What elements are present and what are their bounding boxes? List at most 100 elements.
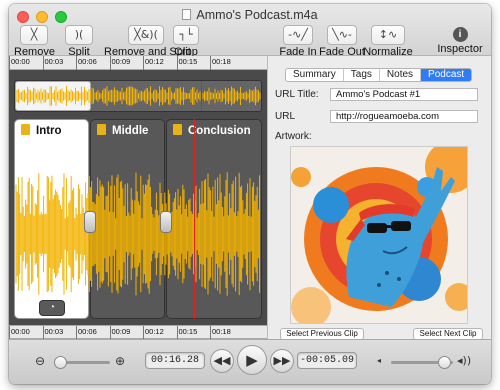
zoom-slider-knob[interactable] <box>53 356 67 369</box>
timeline-ruler-bottom[interactable]: 00:00 00:03 00:06 00:09 00:12 00:15 00:18 <box>9 325 267 340</box>
tab-summary[interactable]: Summary <box>286 69 344 81</box>
volume-high-icon: ◂)) <box>457 354 472 367</box>
inspector-tabs: Summary Tags Notes Podcast <box>285 68 473 82</box>
remove-icon: ╳ <box>20 25 48 45</box>
fade-out-icon: ╲∿- <box>327 25 357 45</box>
volume-slider-knob[interactable] <box>437 356 451 369</box>
ruler-tick <box>176 326 178 340</box>
ruler-tick-label: 00:18 <box>212 327 231 336</box>
ruler-tick-label: 00:15 <box>178 327 198 336</box>
inspector-button[interactable]: i Inspector <box>433 25 487 55</box>
fade-out-button[interactable]: ╲∿- Fade Out <box>317 25 367 58</box>
ruler-tick <box>109 56 111 70</box>
tab-podcast[interactable]: Podcast <box>421 69 472 81</box>
url-field[interactable]: http://rogueamoeba.com <box>330 110 478 123</box>
url-title-label: URL Title: <box>275 89 319 100</box>
overview-waveform[interactable] <box>14 80 262 112</box>
ruler-tick-label: 00:06 <box>78 327 97 336</box>
ruler-tick-label: 00:03 <box>44 57 64 66</box>
inspector-panel: Summary Tags Notes Podcast URL Title: Am… <box>267 56 491 340</box>
segment-middle-label: Middle <box>112 125 149 137</box>
inspector-label: Inspector <box>437 43 483 55</box>
normalize-icon: ↕∿ <box>371 25 405 45</box>
window-title: Ammo's Podcast.m4a <box>196 8 318 22</box>
ruler-tick <box>210 326 211 340</box>
segment-intro-label: Intro <box>36 125 62 137</box>
inspector-icon: i <box>433 25 487 42</box>
ruler-tick-label: 00:00 <box>11 327 30 336</box>
tab-tags[interactable]: Tags <box>344 69 380 81</box>
play-icon: ▶ <box>246 351 258 369</box>
ruler-tick-label: 00:18 <box>212 57 231 66</box>
ruler-tick-label: 00:09 <box>111 57 131 66</box>
app-window: Ammo's Podcast.m4a ╳ Remove )( Split ╳&)… <box>9 4 491 384</box>
artwork-image <box>291 147 467 323</box>
url-title-field[interactable]: Ammo's Podcast #1 <box>330 88 478 101</box>
ruler-tick <box>9 326 10 340</box>
segment-middle-header: Middle <box>97 124 148 137</box>
ruler-tick-label: 00:12 <box>145 57 164 66</box>
rewind-icon: ◀◀ <box>213 354 231 367</box>
current-time-display: 00:16.28 <box>145 352 205 369</box>
normalize-button[interactable]: ↕∿ Normalize <box>361 25 415 58</box>
playhead[interactable] <box>194 119 195 319</box>
fade-in-button[interactable]: -∿╱ Fade In <box>277 25 319 58</box>
ruler-tick-label: 00:03 <box>44 327 64 336</box>
toolbar: Ammo's Podcast.m4a ╳ Remove )( Split ╳&)… <box>9 4 491 58</box>
document-icon <box>182 9 192 20</box>
split-icon: )( <box>65 25 93 45</box>
chapter-icon <box>173 124 182 135</box>
segment-intro[interactable]: Intro ◔ <box>14 119 89 319</box>
zoom-in-icon[interactable]: ⊕ <box>115 354 125 368</box>
ruler-tick <box>42 56 44 70</box>
overview-playhead <box>201 81 202 111</box>
ruler-tick-label: 00:15 <box>178 57 198 66</box>
artwork-well[interactable] <box>290 146 468 324</box>
chapter-icon <box>97 124 106 135</box>
ruler-tick <box>76 326 77 340</box>
fade-curve-button[interactable]: ◔ <box>39 300 65 316</box>
segment-boundary-handle[interactable] <box>160 211 172 233</box>
ruler-tick <box>143 326 144 340</box>
url-label: URL <box>275 111 296 122</box>
tab-notes[interactable]: Notes <box>380 69 422 81</box>
rewind-button[interactable]: ◀◀ <box>210 349 234 373</box>
transport-bar: ⊖ ⊕ 00:16.28 ◀◀ ▶ ▶▶ -00:05.09 ◂ ◂)) <box>9 339 491 384</box>
ruler-tick <box>9 56 10 70</box>
remaining-time-display: -00:05.09 <box>297 352 357 369</box>
ruler-tick <box>109 326 111 340</box>
fast-forward-icon: ▶▶ <box>273 354 291 367</box>
crop-icon: ┐└ <box>173 25 199 45</box>
ruler-tick <box>143 56 144 70</box>
timeline-ruler-top[interactable]: 00:00 00:03 00:06 00:09 00:12 00:15 00:18 <box>9 56 267 70</box>
segment-middle[interactable]: Middle <box>90 119 165 319</box>
segment-boundary-handle[interactable] <box>84 211 96 233</box>
fast-forward-button[interactable]: ▶▶ <box>270 349 294 373</box>
chapter-icon <box>21 124 30 135</box>
crop-button[interactable]: ┐└ Crop <box>167 25 205 58</box>
window-title-bar: Ammo's Podcast.m4a <box>9 8 491 22</box>
split-button[interactable]: )( Split <box>59 25 99 58</box>
fade-in-icon: -∿╱ <box>283 25 313 45</box>
zoom-out-icon[interactable]: ⊖ <box>35 354 45 368</box>
ruler-tick-label: 00:09 <box>111 327 131 336</box>
waveform-path <box>16 86 261 106</box>
segment-track[interactable]: Intro ◔ Middle Conclusion <box>14 119 262 319</box>
ruler-tick <box>76 56 77 70</box>
ruler-tick <box>42 326 44 340</box>
segment-conclusion-header: Conclusion <box>173 124 251 137</box>
artwork-label: Artwork: <box>275 131 312 142</box>
waveform-editor[interactable]: 00:00 00:03 00:06 00:09 00:12 00:15 00:18 Intr… <box>9 56 267 340</box>
ruler-tick <box>210 56 211 70</box>
segment-conclusion[interactable]: Conclusion <box>166 119 262 319</box>
remove-and-split-icon: ╳&)( <box>128 25 164 45</box>
overview-waveform-graphic <box>16 86 261 106</box>
remove-button[interactable]: ╳ Remove <box>14 25 55 58</box>
ruler-tick-label: 00:12 <box>145 327 164 336</box>
ruler-tick-label: 00:00 <box>11 57 30 66</box>
ruler-tick-label: 00:06 <box>78 57 97 66</box>
play-button[interactable]: ▶ <box>237 345 267 375</box>
volume-low-icon: ◂ <box>377 356 382 365</box>
segment-conclusion-label: Conclusion <box>188 125 251 137</box>
segment-intro-header: Intro <box>21 124 62 137</box>
